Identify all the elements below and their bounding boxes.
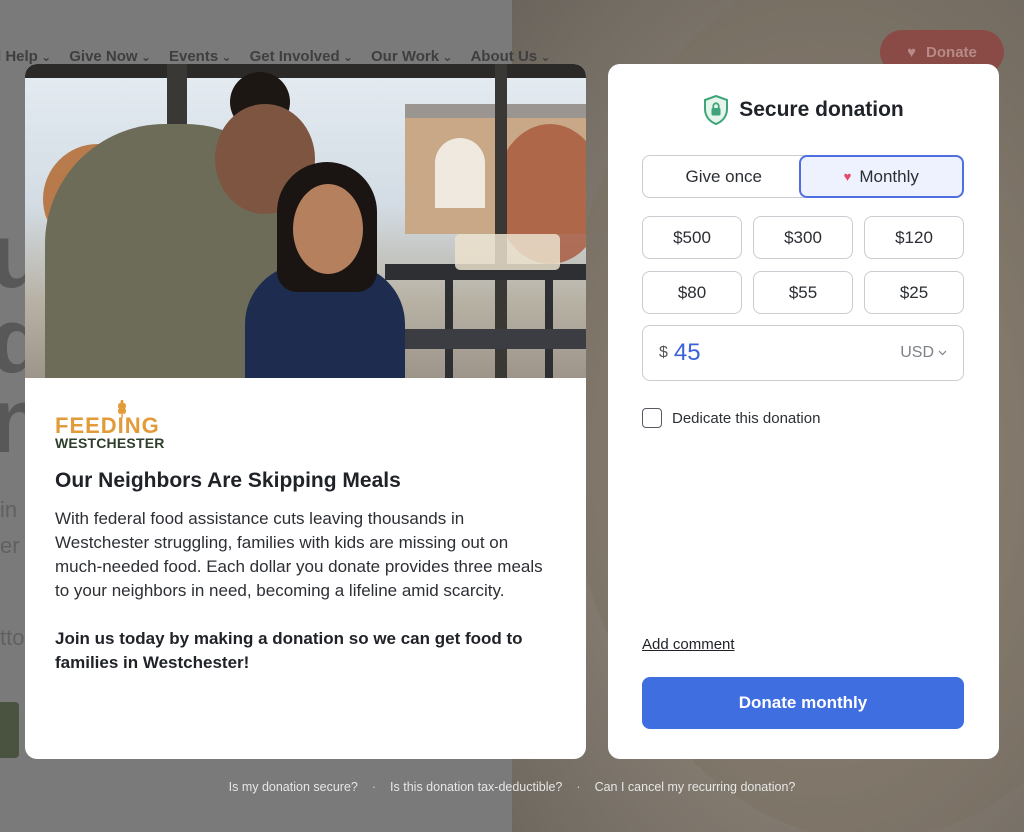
logo-text-bottom: WESTCHESTER bbox=[55, 435, 165, 451]
bg-nav-item: d Help bbox=[0, 48, 51, 65]
separator-dot: · bbox=[371, 780, 377, 794]
heart-icon: ♥ bbox=[907, 43, 917, 61]
donation-form-title: Secure donation bbox=[739, 98, 904, 121]
dedicate-donation-option[interactable]: Dedicate this donation bbox=[642, 408, 820, 428]
amount-options: $500 $300 $120 $80 $55 $25 bbox=[642, 216, 964, 314]
custom-amount-field[interactable]: $ 45 USD bbox=[642, 325, 964, 381]
separator-dot: · bbox=[576, 780, 581, 794]
currency-select[interactable]: USD bbox=[900, 344, 947, 362]
campaign-photo bbox=[25, 64, 586, 378]
currency-symbol: $ bbox=[659, 344, 668, 361]
amount-option-button[interactable]: $300 bbox=[753, 216, 853, 259]
chevron-down-icon bbox=[938, 350, 947, 356]
campaign-call-to-action: Join us today by making a donation so we… bbox=[55, 629, 523, 672]
bg-text-fragment: in bbox=[0, 497, 18, 522]
logo-text-top: FEEDING bbox=[55, 413, 160, 438]
shield-lock-icon bbox=[704, 95, 729, 125]
bg-text-fragment: er bbox=[0, 533, 20, 558]
amount-option-button[interactable]: $80 bbox=[642, 271, 742, 314]
heart-icon: ♥ bbox=[843, 169, 852, 184]
give-once-label: Give once bbox=[685, 166, 763, 186]
donate-monthly-button[interactable]: Donate monthly bbox=[642, 677, 964, 729]
faq-link-tax-deductible[interactable]: Is this donation tax-deductible? bbox=[390, 780, 562, 794]
monthly-button[interactable]: ♥ Monthly bbox=[798, 155, 964, 198]
frequency-toggle: Give once ♥ Monthly bbox=[642, 155, 964, 198]
campaign-description: With federal food assistance cuts leavin… bbox=[55, 509, 543, 600]
donation-form-header: Secure donation bbox=[608, 95, 999, 125]
campaign-headline: Our Neighbors Are Skipping Meals bbox=[55, 469, 401, 492]
bg-nav-item: Our Work bbox=[371, 48, 452, 65]
dedicate-checkbox[interactable] bbox=[642, 408, 662, 428]
give-once-button[interactable]: Give once bbox=[642, 155, 805, 198]
amount-option-button[interactable]: $25 bbox=[864, 271, 964, 314]
bg-green-button bbox=[0, 702, 19, 758]
faq-link-cancel-recurring[interactable]: Can I cancel my recurring donation? bbox=[595, 780, 796, 794]
bg-nav-item: Get Involved bbox=[250, 48, 353, 65]
faq-links: Is my donation secure? · Is this donatio… bbox=[0, 780, 1024, 794]
bg-nav-item: Events bbox=[169, 48, 232, 65]
currency-code: USD bbox=[900, 344, 934, 361]
bg-nav-item: Give Now bbox=[69, 48, 151, 65]
donation-form: Secure donation Give once ♥ Monthly $500… bbox=[608, 64, 999, 759]
amount-input-value[interactable]: 45 bbox=[674, 339, 900, 367]
amount-option-button[interactable]: $120 bbox=[864, 216, 964, 259]
campaign-card: FEEDING WESTCHESTER Our Neighbors Are Sk… bbox=[25, 64, 586, 759]
monthly-label: Monthly bbox=[859, 166, 919, 186]
amount-option-button[interactable]: $55 bbox=[753, 271, 853, 314]
background-nav: d Help Give Now Events Get Involved Our … bbox=[0, 48, 551, 65]
dedicate-label: Dedicate this donation bbox=[672, 409, 821, 427]
add-comment-link[interactable]: Add comment bbox=[642, 636, 735, 653]
bg-text-fragment: tto bbox=[0, 625, 25, 650]
bg-donate-label: Donate bbox=[926, 43, 977, 61]
faq-link-secure[interactable]: Is my donation secure? bbox=[229, 780, 358, 794]
feeding-westchester-logo: FEEDING WESTCHESTER bbox=[55, 400, 165, 451]
amount-option-button[interactable]: $500 bbox=[642, 216, 742, 259]
bg-nav-item: About Us bbox=[470, 48, 550, 65]
